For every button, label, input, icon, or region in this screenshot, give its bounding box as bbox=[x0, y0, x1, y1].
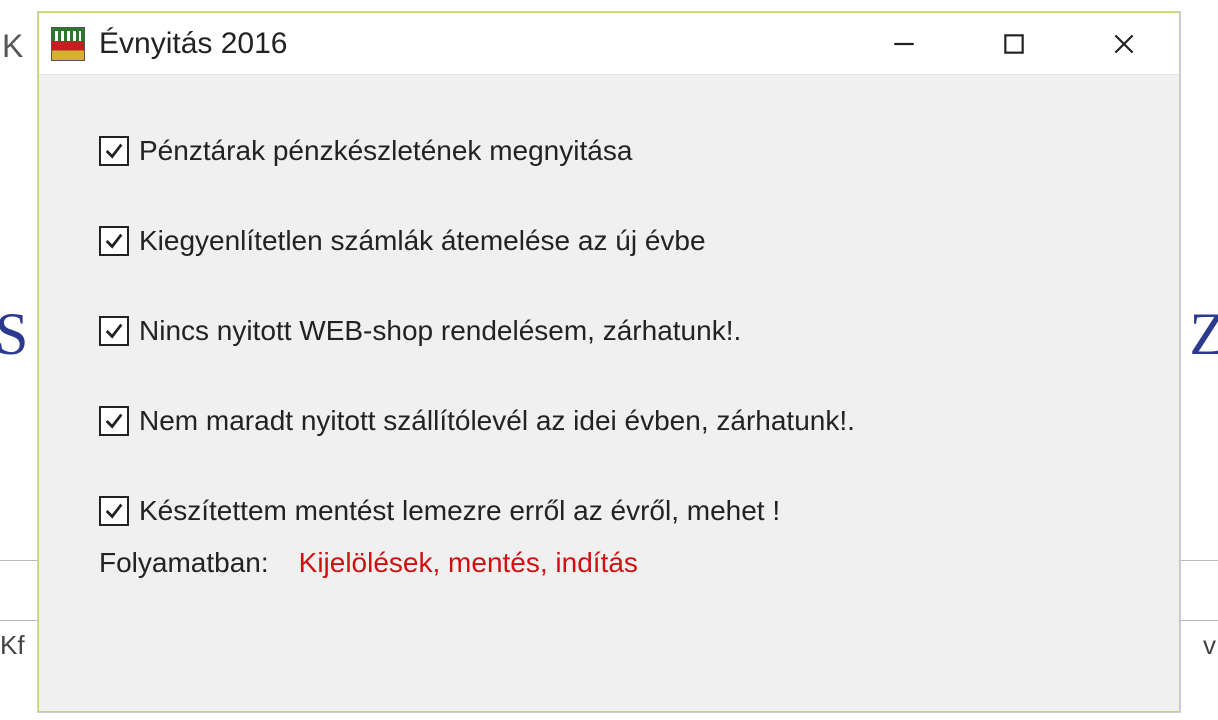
background-left: K S Kf bbox=[0, 0, 40, 720]
bg-letter-kf: Kf bbox=[0, 630, 25, 661]
year-open-dialog: Évnyitás 2016 Pénztárak pénzkészletének … bbox=[38, 12, 1180, 712]
check-icon bbox=[103, 230, 125, 252]
check-row-cash: Pénztárak pénzkészletének megnyitása bbox=[99, 135, 1139, 167]
check-label: Kiegyenlítetlen számlák átemelése az új … bbox=[139, 225, 706, 257]
titlebar[interactable]: Évnyitás 2016 bbox=[39, 13, 1179, 75]
check-label: Nem maradt nyitott szállítólevél az idei… bbox=[139, 405, 855, 437]
check-icon bbox=[103, 320, 125, 342]
check-label: Nincs nyitott WEB-shop rendelésem, zárha… bbox=[139, 315, 741, 347]
minimize-button[interactable] bbox=[849, 13, 959, 74]
maximize-icon bbox=[1001, 31, 1027, 57]
check-icon bbox=[103, 140, 125, 162]
bg-letter-z: Z bbox=[1189, 300, 1218, 369]
bg-letter-k: K bbox=[2, 28, 23, 65]
status-label: Folyamatban: bbox=[99, 547, 269, 579]
app-icon bbox=[51, 27, 85, 61]
dialog-content: Pénztárak pénzkészletének megnyitása Kie… bbox=[39, 75, 1179, 599]
close-button[interactable] bbox=[1069, 13, 1179, 74]
minimize-icon bbox=[891, 31, 917, 57]
checkbox-backup[interactable] bbox=[99, 496, 129, 526]
checkbox-invoices[interactable] bbox=[99, 226, 129, 256]
bg-letter-v: v bbox=[1203, 630, 1216, 661]
window-title: Évnyitás 2016 bbox=[99, 27, 849, 61]
checkbox-delivery[interactable] bbox=[99, 406, 129, 436]
check-icon bbox=[103, 410, 125, 432]
check-label: Pénztárak pénzkészletének megnyitása bbox=[139, 135, 632, 167]
check-row-delivery: Nem maradt nyitott szállítólevél az idei… bbox=[99, 405, 1139, 437]
check-icon bbox=[103, 500, 125, 522]
checkbox-cash[interactable] bbox=[99, 136, 129, 166]
status-row: Folyamatban: Kijelölések, mentés, indítá… bbox=[99, 547, 1139, 579]
check-label: Készítettem mentést lemezre erről az évr… bbox=[139, 495, 780, 527]
check-row-invoices: Kiegyenlítetlen számlák átemelése az új … bbox=[99, 225, 1139, 257]
maximize-button[interactable] bbox=[959, 13, 1069, 74]
background-right: Z v bbox=[1178, 0, 1218, 720]
status-value: Kijelölések, mentés, indítás bbox=[299, 547, 638, 579]
window-controls bbox=[849, 13, 1179, 74]
close-icon bbox=[1111, 31, 1137, 57]
check-row-webshop: Nincs nyitott WEB-shop rendelésem, zárha… bbox=[99, 315, 1139, 347]
checkbox-webshop[interactable] bbox=[99, 316, 129, 346]
bg-letter-s: S bbox=[0, 300, 28, 369]
check-row-backup: Készítettem mentést lemezre erről az évr… bbox=[99, 495, 1139, 527]
